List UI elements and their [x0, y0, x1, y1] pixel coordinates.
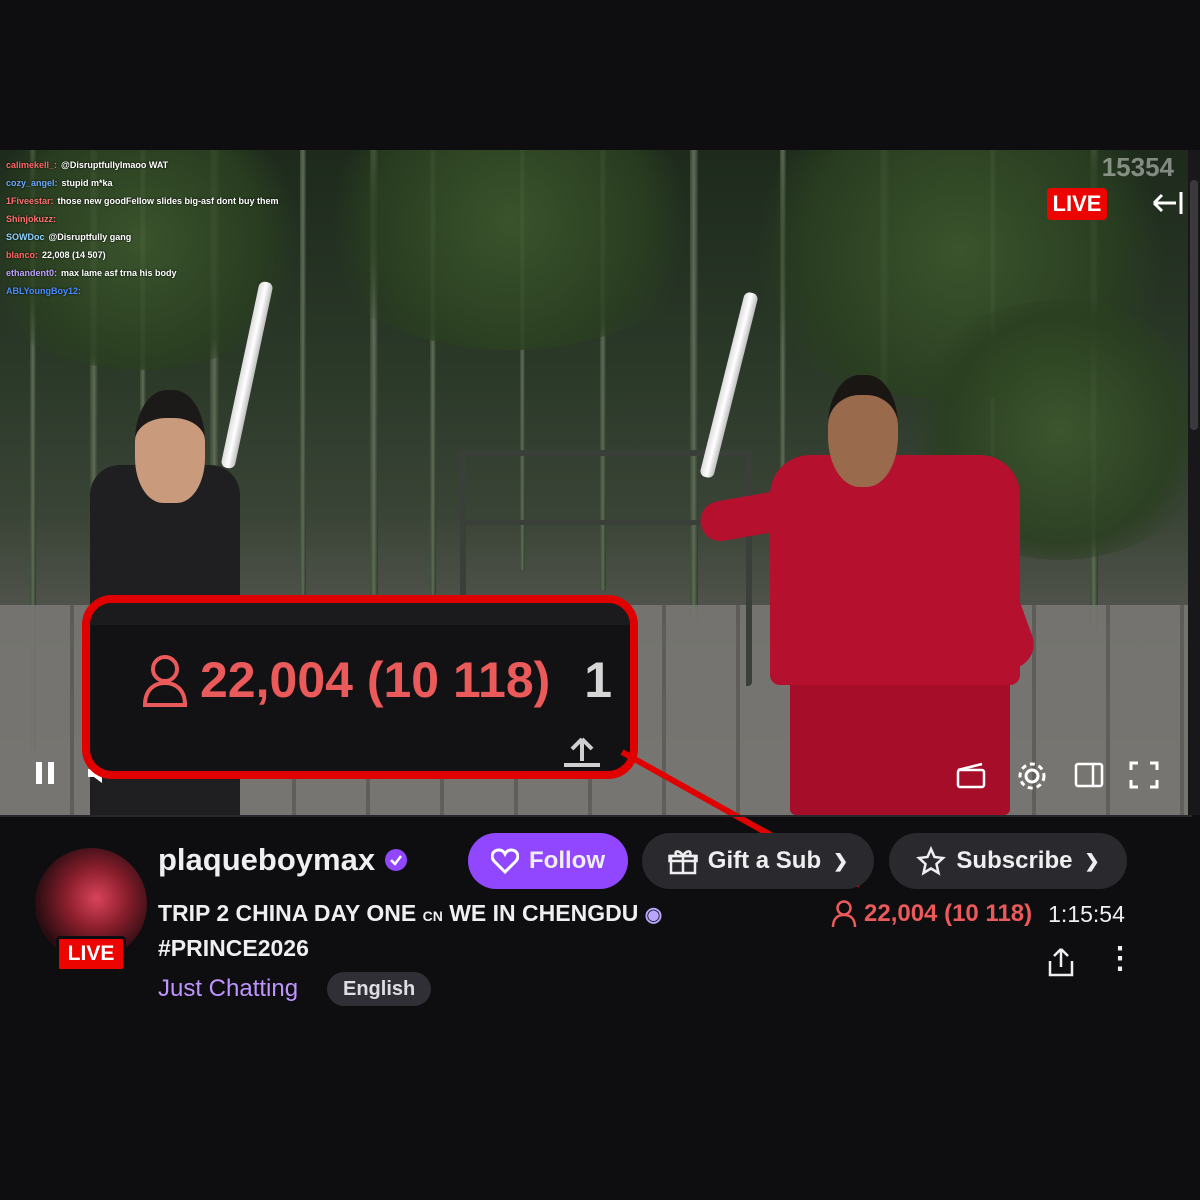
chevron-down-icon: ❯: [833, 850, 849, 871]
zoom-uptime-fragment: 1: [584, 652, 613, 708]
star-icon: [916, 846, 947, 876]
top-black-bar: [0, 0, 1200, 150]
scroll-thumb[interactable]: [1190, 180, 1198, 430]
person-icon: [831, 900, 857, 928]
chat-line: SOWDoc @Disruptfully gang: [6, 232, 132, 242]
player-live-badge: LIVE: [1047, 188, 1107, 220]
stream-title: TRIP 2 CHINA DAY ONE CN WE IN CHENGDU ◉: [158, 900, 663, 926]
chat-line: ABLYoungBoy12:: [6, 286, 82, 296]
share-icon[interactable]: [1045, 945, 1077, 979]
chat-line: blanco: 22,008 (14 507): [6, 250, 106, 260]
zoom-viewer-count: 22,004 (10 118): [200, 652, 551, 708]
gift-icon: [668, 850, 698, 875]
verified-icon: [385, 849, 408, 871]
stream-title-hashtag: #PRINCE2026: [158, 935, 309, 961]
channel-name[interactable]: plaqueboymax: [158, 842, 408, 878]
category-link[interactable]: Just Chatting: [158, 975, 298, 1003]
chat-overlay: calimekell_: @DisruptfullyImaoo WAT cozy_…: [6, 156, 336, 300]
zoomed-viewer-count-callout: 22,004 (10 118) 1: [82, 595, 638, 779]
collapse-arrow-icon[interactable]: [1150, 190, 1186, 218]
pause-icon[interactable]: [34, 760, 58, 792]
clip-icon[interactable]: [955, 760, 987, 796]
subscribe-button[interactable]: Subscribe ❯: [889, 833, 1127, 889]
chevron-down-icon: ❯: [1084, 850, 1100, 871]
fullscreen-icon[interactable]: [1128, 760, 1160, 796]
follow-button[interactable]: Follow: [468, 833, 628, 889]
more-options-icon[interactable]: ⋮: [1105, 944, 1135, 979]
person-in-red: [697, 375, 1080, 815]
chat-line: 1Fiveestar: those new goodFellow slides b…: [6, 196, 279, 206]
cn-flag: CN: [422, 908, 443, 924]
chat-line: Shinjokuzz:: [6, 214, 56, 224]
panda-emoji-icon: ◉: [644, 904, 663, 926]
viewer-stats: 22,004 (10 118) 1:15:54: [830, 899, 1125, 929]
heart-icon: [491, 848, 519, 874]
viewer-count: 22,004 (10 118): [864, 900, 1033, 927]
scrollbar[interactable]: [1188, 150, 1200, 815]
chat-line: calimekell_: @DisruptfullyImaoo WAT: [6, 160, 169, 170]
share-icon: [560, 735, 604, 771]
gift-sub-button[interactable]: Gift a Sub ❯: [642, 833, 874, 889]
language-tag[interactable]: English: [327, 972, 432, 1006]
chat-line: cozy_angel: stupid m*ka: [6, 178, 113, 188]
stream-uptime: 1:15:54: [1048, 900, 1125, 927]
person-icon: [142, 655, 188, 707]
gear-icon[interactable]: [1016, 760, 1048, 798]
chat-line: ethandent0: max lame asf trna his body: [6, 268, 177, 278]
theatre-mode-icon[interactable]: [1073, 760, 1105, 796]
avatar-live-badge: LIVE: [56, 936, 126, 972]
viewer-watermark: 15354: [1101, 152, 1174, 182]
